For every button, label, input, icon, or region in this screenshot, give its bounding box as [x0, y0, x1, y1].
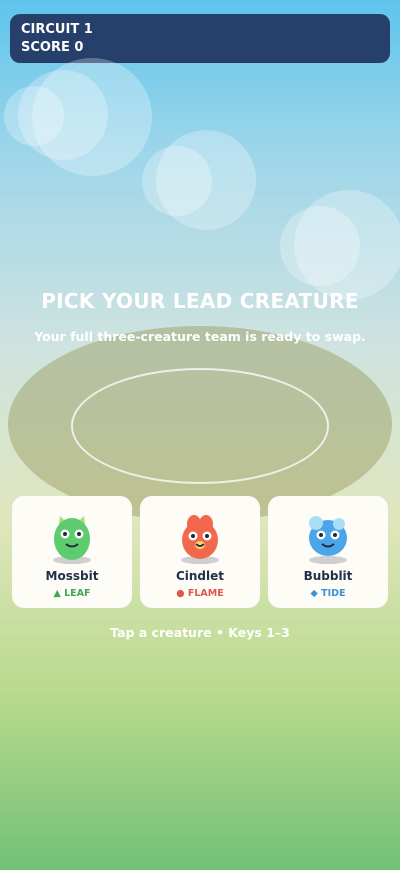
- creature-type: ◆ TIDE: [268, 588, 388, 599]
- creature-name: Bubblit: [303, 569, 353, 583]
- creature-type: ▲ LEAF: [12, 588, 132, 599]
- screen-title: PICK YOUR LEAD CREATURE: [41, 289, 359, 313]
- tide-type-icon: ◆: [310, 588, 318, 599]
- creature-card-bubblit[interactable]: Bubblit ◆ TIDE: [268, 496, 388, 608]
- flame-type-icon: ●: [176, 588, 185, 599]
- input-hint: Tap a creature • Keys 1–3: [110, 625, 290, 640]
- creature-type-label: LEAF: [64, 588, 91, 599]
- creature-type-label: TIDE: [321, 588, 346, 599]
- creature-name: Mossbit: [45, 569, 99, 583]
- creature-card-mossbit[interactable]: Mossbit ▲ LEAF: [12, 496, 132, 608]
- creature-type: ● FLAME: [140, 588, 260, 599]
- creature-name: Cindlet: [175, 569, 225, 583]
- background-bubble: [4, 86, 64, 146]
- leaf-type-icon: ▲: [53, 588, 61, 599]
- circuit-label: CIRCUIT 1: [21, 22, 93, 37]
- screen-subtitle: Your full three-creature team is ready t…: [34, 329, 366, 344]
- tide-creature-icon: [309, 516, 347, 564]
- hud-panel: CIRCUIT 1 SCORE 0: [10, 14, 390, 63]
- background-bubble: [280, 206, 360, 286]
- creature-card-cindlet[interactable]: Cindlet ● FLAME: [140, 496, 260, 608]
- flame-creature-icon: [181, 515, 219, 564]
- creature-type-label: FLAME: [187, 588, 224, 599]
- background-bubble: [142, 146, 212, 216]
- score-label: SCORE 0: [21, 40, 84, 55]
- arena-ring: [71, 368, 329, 484]
- leaf-creature-icon: [53, 516, 91, 564]
